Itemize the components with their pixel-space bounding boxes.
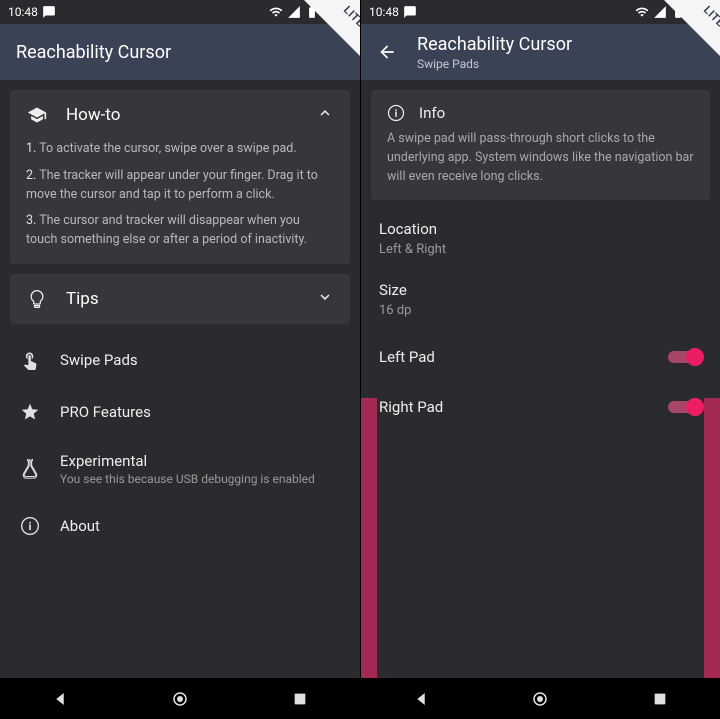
- notification-icon: [403, 5, 417, 19]
- main-content: How-to 1. To activate the cursor, swipe …: [0, 80, 360, 678]
- menu-swipe-pads-label: Swipe Pads: [60, 351, 342, 369]
- wifi-icon: [635, 5, 649, 19]
- setting-right-pad[interactable]: Right Pad: [371, 382, 710, 432]
- back-button[interactable]: [377, 42, 397, 62]
- menu-about-label: About: [60, 517, 342, 535]
- menu-swipe-pads[interactable]: Swipe Pads: [10, 334, 350, 386]
- settings-content: Info A swipe pad will pass-through short…: [361, 80, 720, 678]
- graduation-cap-icon: [26, 104, 48, 126]
- chevron-up-icon: [316, 104, 334, 126]
- screen-main: 10:48 100 % Reachability Cursor LITE How…: [0, 0, 360, 719]
- app-title: Reachability Cursor: [16, 42, 171, 63]
- battery-icon: [305, 5, 319, 19]
- info-body: A swipe pad will pass-through short clic…: [387, 130, 694, 186]
- menu-about[interactable]: About: [10, 500, 350, 552]
- swipe-pad-right[interactable]: [704, 398, 720, 678]
- setting-left-pad[interactable]: Left Pad: [371, 332, 710, 382]
- setting-right-pad-label: Right Pad: [379, 398, 443, 416]
- menu-experimental-sub: You see this because USB debugging is en…: [60, 472, 342, 486]
- nav-back-button[interactable]: [386, 679, 456, 719]
- setting-left-pad-label: Left Pad: [379, 348, 435, 366]
- menu-pro-features[interactable]: PRO Features: [10, 386, 350, 438]
- info-card: Info A swipe pad will pass-through short…: [371, 90, 710, 200]
- nav-home-button[interactable]: [145, 679, 215, 719]
- info-icon: [18, 514, 42, 538]
- battery-percent: 99 %: [689, 6, 712, 19]
- swipe-pad-left[interactable]: [361, 398, 377, 678]
- setting-location-label: Location: [379, 220, 702, 238]
- screen-swipe-pads: 10:48 99 % Reachability Cursor Swipe Pad…: [360, 0, 720, 719]
- app-title: Reachability Cursor: [417, 34, 572, 55]
- nav-home-button[interactable]: [505, 679, 575, 719]
- wifi-icon: [269, 5, 283, 19]
- howto-title: How-to: [66, 105, 316, 125]
- howto-card: How-to 1. To activate the cursor, swipe …: [10, 90, 350, 264]
- info-title: Info: [419, 104, 445, 122]
- setting-size[interactable]: Size 16 dp: [371, 271, 710, 332]
- howto-body: 1. To activate the cursor, swipe over a …: [10, 140, 350, 264]
- star-icon: [18, 400, 42, 424]
- app-bar: Reachability Cursor Swipe Pads: [361, 24, 720, 80]
- flask-icon: [18, 457, 42, 481]
- setting-size-value: 16 dp: [379, 303, 702, 318]
- howto-header[interactable]: How-to: [10, 90, 350, 140]
- right-pad-toggle[interactable]: [668, 398, 702, 416]
- setting-location[interactable]: Location Left & Right: [371, 210, 710, 271]
- notification-icon: [42, 5, 56, 19]
- menu-experimental[interactable]: Experimental You see this because USB de…: [10, 438, 350, 500]
- status-time: 10:48: [369, 5, 399, 19]
- chevron-down-icon: [316, 288, 334, 310]
- signal-icon: [287, 5, 301, 19]
- tips-header[interactable]: Tips: [10, 274, 350, 324]
- nav-bar: [361, 678, 720, 719]
- signal-icon: [653, 5, 667, 19]
- battery-percent: 100 %: [323, 6, 352, 19]
- nav-back-button[interactable]: [25, 679, 95, 719]
- setting-location-value: Left & Right: [379, 242, 702, 257]
- info-icon: [387, 104, 405, 122]
- nav-recents-button[interactable]: [625, 679, 695, 719]
- tips-title: Tips: [66, 289, 316, 309]
- touch-icon: [18, 348, 42, 372]
- status-bar: 10:48 100 %: [0, 0, 360, 24]
- status-time: 10:48: [8, 5, 38, 19]
- left-pad-toggle[interactable]: [668, 348, 702, 366]
- app-bar: Reachability Cursor: [0, 24, 360, 80]
- tips-card: Tips: [10, 274, 350, 324]
- setting-size-label: Size: [379, 281, 702, 299]
- menu-experimental-label: Experimental: [60, 452, 342, 470]
- nav-bar: [0, 678, 360, 719]
- battery-icon: [671, 5, 685, 19]
- app-subtitle: Swipe Pads: [417, 57, 572, 71]
- lightbulb-icon: [26, 288, 48, 310]
- nav-recents-button[interactable]: [265, 679, 335, 719]
- status-bar: 10:48 99 %: [361, 0, 720, 24]
- menu-pro-label: PRO Features: [60, 403, 342, 421]
